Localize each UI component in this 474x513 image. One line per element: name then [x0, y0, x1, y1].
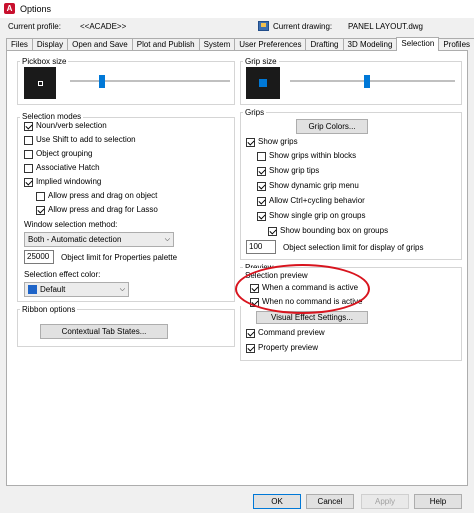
pickbox-preview [24, 67, 56, 99]
command-preview-checkbox[interactable]: Command preview [246, 328, 325, 338]
ok-button[interactable]: OK [253, 494, 301, 509]
chevron-down-icon: ⌵ [164, 236, 170, 243]
checkbox-box[interactable] [257, 151, 266, 161]
window-method-label: Window selection method: [24, 220, 118, 229]
checkbox-box[interactable] [36, 191, 45, 201]
effect-color-label: Selection effect color: [24, 270, 101, 279]
autocad-app-icon: A [4, 3, 15, 14]
checkbox-label: Noun/verb selection [36, 121, 107, 130]
window-method-value: Both - Automatic detection [28, 235, 122, 244]
checkbox-box[interactable] [257, 181, 266, 191]
grip-slider-track[interactable] [290, 80, 455, 82]
checkbox-label: Allow press and drag for Lasso [48, 205, 158, 214]
checkbox-box[interactable] [246, 137, 255, 147]
grip-colors-button[interactable]: Grip Colors... [296, 119, 368, 134]
checkbox-label: Show grips within blocks [269, 151, 357, 160]
pickbox-size-label: Pickbox size [20, 57, 69, 66]
checkbox-box[interactable] [246, 328, 255, 338]
checkbox-label: Show single grip on groups [269, 211, 366, 220]
checkbox-box[interactable] [36, 205, 45, 215]
red-annotation-circle [235, 264, 370, 314]
effect-color-value: Default [40, 285, 66, 294]
current-profile-label: Current profile: [8, 22, 61, 31]
grip-slider-thumb[interactable] [364, 75, 371, 88]
grip-marker [259, 79, 267, 87]
cancel-button[interactable]: Cancel [306, 494, 354, 509]
pickbox-marker [38, 81, 43, 86]
checkbox-box[interactable] [257, 166, 266, 176]
show-grips-blocks-checkbox[interactable]: Show grips within blocks [257, 151, 356, 161]
grips-label: Grips [243, 108, 267, 117]
checkbox-label: Show grip tips [269, 166, 320, 175]
checkbox-label: Show bounding box on groups [280, 226, 389, 235]
show-grips-checkbox[interactable]: Show grips [246, 137, 298, 147]
ribbon-options-label: Ribbon options [20, 305, 78, 314]
press-drag-lasso-checkbox[interactable]: Allow press and drag for Lasso [36, 205, 158, 215]
ctrl-cycling-checkbox[interactable]: Allow Ctrl+cycling behavior [257, 196, 365, 206]
checkbox-box[interactable] [246, 343, 255, 353]
checkbox-label: Allow press and drag on object [48, 191, 158, 200]
implied-windowing-checkbox[interactable]: Implied windowing [24, 177, 101, 187]
checkbox-label: Show dynamic grip menu [269, 181, 359, 190]
associative-hatch-checkbox[interactable]: Associative Hatch [24, 163, 100, 173]
checkbox-box[interactable] [268, 226, 277, 236]
checkbox-box[interactable] [24, 177, 33, 187]
chevron-down-icon: ⌵ [119, 286, 125, 293]
checkbox-label: Use Shift to add to selection [36, 135, 136, 144]
checkbox-label: Command preview [258, 328, 325, 337]
tab-selection[interactable]: Selection [396, 37, 440, 51]
checkbox-label: Object grouping [36, 149, 93, 158]
drawing-file-icon [258, 21, 269, 31]
window-title: Options [20, 4, 52, 14]
checkbox-label: Implied windowing [36, 177, 102, 186]
pickbox-slider-track[interactable] [70, 80, 230, 82]
checkbox-box[interactable] [24, 135, 33, 145]
object-limit-label: Object limit for Properties palette [61, 253, 178, 262]
grip-limit-input[interactable]: 100 [246, 240, 276, 254]
color-swatch [28, 285, 37, 294]
show-grip-tips-checkbox[interactable]: Show grip tips [257, 166, 319, 176]
object-limit-input[interactable]: 25000 [24, 250, 54, 264]
grip-preview [246, 67, 280, 99]
contextual-tab-states-button[interactable]: Contextual Tab States... [40, 324, 168, 339]
help-button[interactable]: Help [414, 494, 462, 509]
checkbox-box[interactable] [24, 149, 33, 159]
grip-size-label: Grip size [243, 57, 279, 66]
object-grouping-checkbox[interactable]: Object grouping [24, 149, 92, 159]
single-grip-groups-checkbox[interactable]: Show single grip on groups [257, 211, 366, 221]
dynamic-grip-menu-checkbox[interactable]: Show dynamic grip menu [257, 181, 359, 191]
window-method-select[interactable]: Both - Automatic detection ⌵ [24, 232, 174, 247]
effect-color-select[interactable]: Default ⌵ [24, 282, 129, 297]
title-bar [0, 0, 474, 18]
property-preview-checkbox[interactable]: Property preview [246, 343, 318, 353]
checkbox-label: Allow Ctrl+cycling behavior [269, 196, 365, 205]
checkbox-box[interactable] [257, 196, 266, 206]
checkbox-box[interactable] [24, 121, 33, 131]
apply-button[interactable]: Apply [361, 494, 409, 509]
checkbox-label: Property preview [258, 343, 319, 352]
current-profile-value: <<ACADE>> [80, 22, 127, 31]
current-drawing-label: Current drawing: [273, 22, 333, 31]
current-drawing-value: PANEL LAYOUT.dwg [348, 22, 423, 31]
selection-modes-label: Selection modes [20, 112, 84, 121]
noun-verb-checkbox[interactable]: Noun/verb selection [24, 121, 107, 131]
pickbox-slider-thumb[interactable] [98, 75, 105, 88]
use-shift-checkbox[interactable]: Use Shift to add to selection [24, 135, 136, 145]
press-drag-object-checkbox[interactable]: Allow press and drag on object [36, 191, 157, 201]
bounding-box-groups-checkbox[interactable]: Show bounding box on groups [268, 226, 388, 236]
checkbox-box[interactable] [257, 211, 266, 221]
checkbox-label: Associative Hatch [36, 163, 100, 172]
checkbox-label: Show grips [258, 137, 298, 146]
grip-limit-label: Object selection limit for display of gr… [283, 243, 424, 252]
checkbox-box[interactable] [24, 163, 33, 173]
